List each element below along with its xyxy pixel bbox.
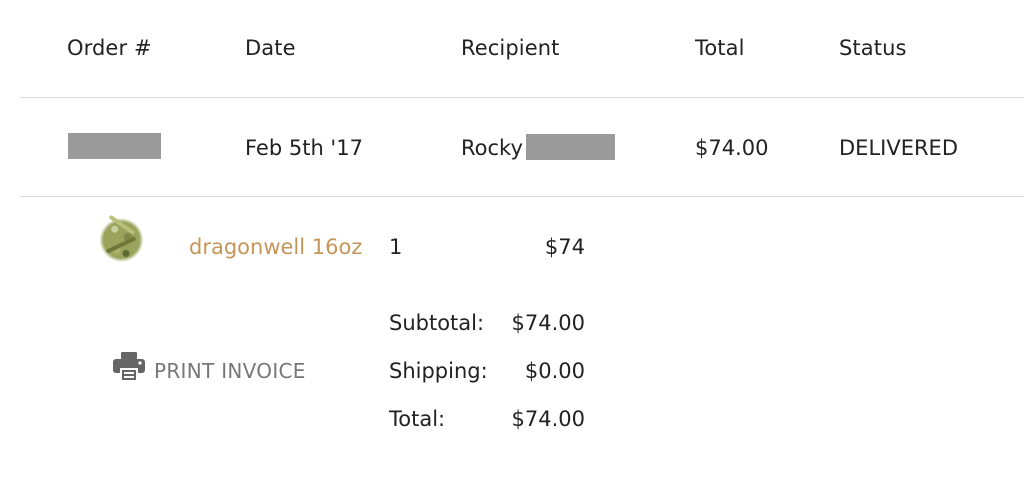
print-invoice-button[interactable]: PRINT INVOICE: [112, 350, 306, 384]
product-link[interactable]: dragonwell 16oz: [189, 233, 362, 261]
item-quantity: 1: [389, 235, 403, 259]
header-divider: [20, 97, 1024, 98]
printer-icon: [112, 352, 146, 382]
subtotal-value: $74.00: [511, 311, 585, 335]
summary-total-label: Total:: [389, 407, 446, 431]
subtotal-label: Subtotal:: [389, 311, 485, 335]
shipping-label: Shipping:: [389, 359, 488, 383]
shipping-value: $0.00: [524, 359, 585, 383]
header-total: Total: [695, 36, 745, 60]
header-date: Date: [245, 36, 296, 60]
item-price: $74: [544, 235, 585, 259]
print-invoice-label: PRINT INVOICE: [154, 359, 306, 383]
order-status: DELIVERED: [839, 136, 958, 160]
order-recipient-first-name: Rocky: [461, 136, 523, 160]
header-order-number: Order #: [67, 36, 152, 60]
product-thumbnail[interactable]: [99, 213, 144, 267]
order-history-page: Order # Date Recipient Total Status Feb …: [0, 0, 1024, 480]
order-number-redacted: [68, 133, 161, 159]
recipient-last-name-redacted: [526, 134, 615, 160]
order-divider: [20, 196, 1024, 197]
order-total: $74.00: [695, 136, 769, 160]
summary-total-value: $74.00: [511, 407, 585, 431]
header-status: Status: [839, 36, 907, 60]
header-recipient: Recipient: [461, 36, 560, 60]
order-date: Feb 5th '17: [245, 136, 363, 160]
